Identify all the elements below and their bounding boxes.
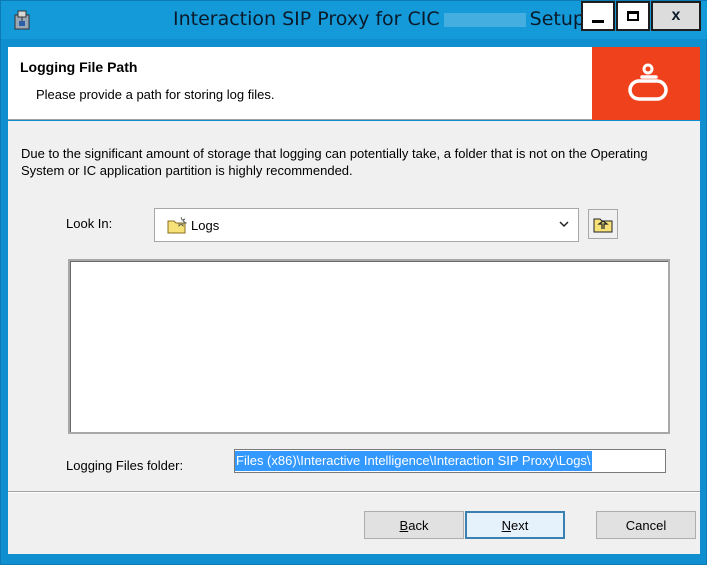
installer-icon (14, 10, 30, 30)
genesys-logo (592, 47, 700, 120)
description-text: Due to the significant amount of storage… (21, 146, 648, 178)
wizard-footer: Back Next Cancel (8, 491, 700, 554)
cancel-button[interactable]: Cancel (596, 511, 696, 539)
logging-folder-field[interactable]: Files (x86)\Interactive Intelligence\Int… (234, 449, 666, 473)
close-button[interactable]: x (651, 1, 701, 31)
back-button[interactable]: Back (364, 511, 464, 539)
folder-list[interactable] (68, 259, 670, 434)
minimize-button[interactable] (581, 1, 615, 31)
page-subtitle: Please provide a path for storing log fi… (36, 87, 275, 102)
window-title-prefix: Interaction SIP Proxy for CIC (173, 8, 440, 30)
logo-icon (628, 63, 668, 101)
window-title: Interaction SIP Proxy for CIC Setup (173, 8, 585, 32)
window-title-suffix: Setup (529, 8, 585, 30)
back-mnemonic: B (399, 517, 409, 533)
minimize-icon (592, 19, 604, 23)
folder-icon (167, 216, 187, 234)
next-button[interactable]: Next (465, 511, 565, 539)
setup-window: Interaction SIP Proxy for CIC Setup x Log… (0, 0, 707, 565)
up-one-level-button[interactable] (588, 209, 618, 239)
back-label: ack (408, 517, 429, 533)
logging-folder-label: Logging Files folder: (66, 458, 184, 473)
look-in-value: Logs (191, 217, 220, 233)
page-title: Logging File Path (20, 59, 138, 75)
logging-folder-value: Files (x86)\Interactive Intelligence\Int… (235, 451, 592, 471)
wizard-body: Due to the significant amount of storage… (8, 121, 700, 491)
maximize-button[interactable] (616, 1, 650, 31)
folder-up-icon (593, 218, 613, 233)
close-icon: x (671, 7, 681, 24)
look-in-dropdown[interactable]: Logs (154, 208, 579, 242)
wizard-header: Logging File Path Please provide a path … (8, 47, 700, 120)
look-in-label: Look In: (66, 216, 113, 231)
title-bar[interactable]: Interaction SIP Proxy for CIC Setup x (1, 1, 707, 39)
chevron-down-icon (559, 221, 569, 228)
next-mnemonic: N (501, 517, 512, 533)
next-label: ext (511, 517, 529, 533)
redacted-version (443, 12, 526, 27)
maximize-icon (627, 11, 639, 21)
